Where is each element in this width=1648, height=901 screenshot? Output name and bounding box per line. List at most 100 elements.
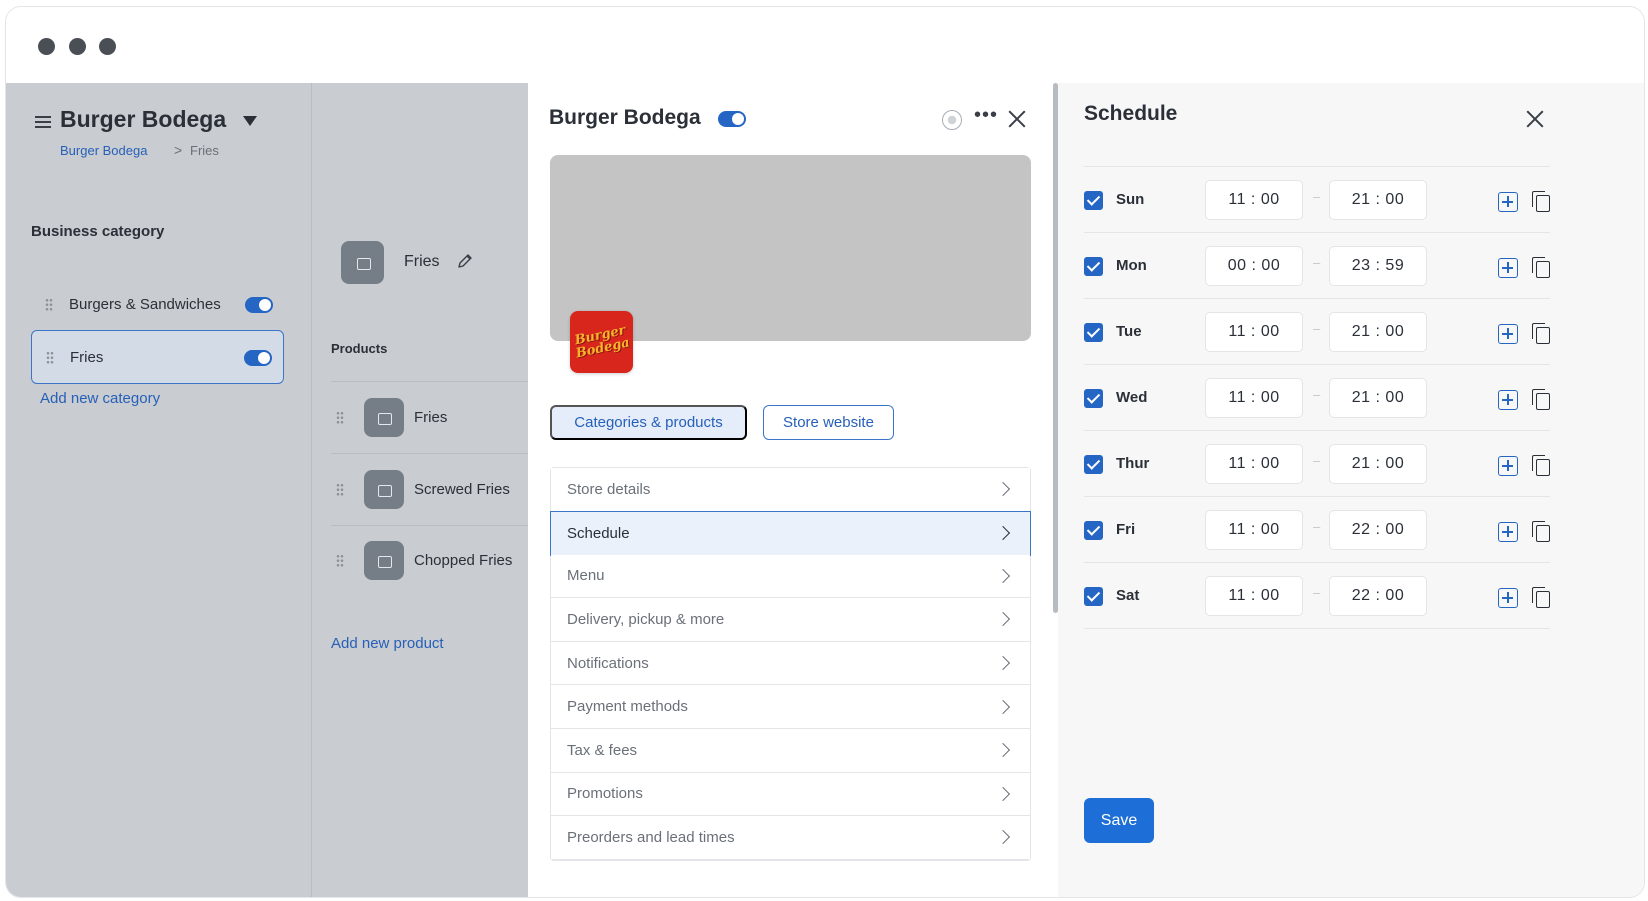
chevron-right-icon bbox=[995, 482, 1011, 497]
day-checkbox[interactable] bbox=[1084, 521, 1103, 540]
close-time-field[interactable]: 22 : 00 bbox=[1329, 576, 1427, 616]
schedule-panel: Schedule Sun 11 : 00 – 21 : 00 Mon 00 : … bbox=[1058, 83, 1644, 897]
day-checkbox[interactable] bbox=[1084, 455, 1103, 474]
drag-handle-icon[interactable] bbox=[45, 298, 53, 311]
add-time-icon[interactable] bbox=[1498, 192, 1518, 212]
day-checkbox[interactable] bbox=[1084, 587, 1103, 606]
day-checkbox[interactable] bbox=[1084, 389, 1103, 408]
copy-icon[interactable] bbox=[1532, 191, 1550, 212]
close-time-field[interactable]: 21 : 00 bbox=[1329, 378, 1427, 418]
chevron-right-icon bbox=[995, 568, 1011, 583]
menu-item-promotions[interactable]: Promotions bbox=[551, 772, 1030, 817]
pencil-icon[interactable] bbox=[457, 253, 473, 269]
breadcrumb-current: Fries bbox=[190, 143, 219, 158]
close-time-field[interactable]: 22 : 00 bbox=[1329, 510, 1427, 550]
close-time-field[interactable]: 23 : 59 bbox=[1329, 246, 1427, 286]
product-name: Fries bbox=[414, 409, 448, 426]
day-checkbox[interactable] bbox=[1084, 191, 1103, 210]
add-time-icon[interactable] bbox=[1498, 390, 1518, 410]
chevron-right-icon bbox=[995, 786, 1011, 801]
soccer-ball-icon[interactable] bbox=[942, 110, 962, 130]
tab-store-website[interactable]: Store website bbox=[763, 405, 894, 440]
save-button[interactable]: Save bbox=[1084, 798, 1154, 843]
menu-item-preorders[interactable]: Preorders and lead times bbox=[551, 816, 1030, 860]
chevron-right-icon bbox=[995, 526, 1011, 541]
chevron-right-icon bbox=[995, 656, 1011, 671]
menu-item-schedule[interactable]: Schedule bbox=[550, 510, 1031, 556]
time-separator: – bbox=[1313, 519, 1321, 534]
menu-item-label: Preorders and lead times bbox=[567, 828, 735, 846]
add-category-link[interactable]: Add new category bbox=[40, 390, 160, 407]
window-titlebar bbox=[6, 7, 1644, 83]
menu-item-delivery[interactable]: Delivery, pickup & more bbox=[551, 598, 1030, 642]
schedule-row-fri: Fri 11 : 00 – 22 : 00 bbox=[1084, 497, 1550, 563]
drag-handle-icon[interactable] bbox=[336, 483, 344, 496]
day-checkbox[interactable] bbox=[1084, 323, 1103, 342]
menu-item-label: Notifications bbox=[567, 654, 649, 672]
close-icon[interactable] bbox=[1007, 109, 1027, 129]
menu-item-store-details[interactable]: Store details bbox=[551, 468, 1030, 512]
open-time-field[interactable]: 11 : 00 bbox=[1205, 444, 1303, 484]
category-item-active[interactable]: Fries bbox=[31, 330, 284, 384]
open-time-field[interactable]: 11 : 00 bbox=[1205, 378, 1303, 418]
store-panel-title: Burger Bodega bbox=[549, 106, 701, 129]
category-toggle[interactable] bbox=[244, 350, 272, 366]
window-minimize-dot[interactable] bbox=[69, 38, 86, 55]
menu-item-menu[interactable]: Menu bbox=[551, 554, 1030, 599]
add-time-icon[interactable] bbox=[1498, 522, 1518, 542]
close-time-field[interactable]: 21 : 00 bbox=[1329, 312, 1427, 352]
hamburger-icon[interactable] bbox=[35, 116, 51, 128]
product-image-icon bbox=[364, 470, 404, 509]
open-time-field[interactable]: 11 : 00 bbox=[1205, 510, 1303, 550]
category-toggle[interactable] bbox=[245, 297, 273, 313]
time-separator: – bbox=[1313, 189, 1321, 204]
menu-item-tax-fees[interactable]: Tax & fees bbox=[551, 728, 1030, 773]
business-category-heading: Business category bbox=[31, 223, 165, 240]
add-time-icon[interactable] bbox=[1498, 588, 1518, 608]
open-time-field[interactable]: 11 : 00 bbox=[1205, 576, 1303, 616]
drag-handle-icon[interactable] bbox=[336, 554, 344, 567]
open-time-field[interactable]: 00 : 00 bbox=[1205, 246, 1303, 286]
category-item[interactable]: Burgers & Sandwiches bbox=[31, 278, 284, 332]
close-time-field[interactable]: 21 : 00 bbox=[1329, 444, 1427, 484]
copy-icon[interactable] bbox=[1532, 389, 1550, 410]
copy-icon[interactable] bbox=[1532, 455, 1550, 476]
copy-icon[interactable] bbox=[1532, 323, 1550, 344]
menu-item-notifications[interactable]: Notifications bbox=[551, 641, 1030, 686]
add-time-icon[interactable] bbox=[1498, 324, 1518, 344]
menu-item-label: Store details bbox=[567, 480, 651, 498]
store-logo[interactable]: Burger Bodega bbox=[570, 311, 633, 373]
drag-handle-icon[interactable] bbox=[336, 411, 344, 424]
day-label: Tue bbox=[1116, 323, 1142, 340]
schedule-row-thur: Thur 11 : 00 – 21 : 00 bbox=[1084, 431, 1550, 497]
drag-handle-icon[interactable] bbox=[46, 351, 54, 364]
menu-item-label: Tax & fees bbox=[567, 741, 638, 759]
category-image-icon[interactable] bbox=[341, 241, 384, 284]
add-product-link[interactable]: Add new product bbox=[331, 635, 444, 652]
close-time-field[interactable]: 21 : 00 bbox=[1329, 180, 1427, 220]
copy-icon[interactable] bbox=[1532, 257, 1550, 278]
selected-category-title: Fries bbox=[404, 253, 440, 270]
copy-icon[interactable] bbox=[1532, 587, 1550, 608]
tab-categories-products[interactable]: Categories & products bbox=[550, 405, 747, 440]
day-label: Wed bbox=[1116, 389, 1148, 406]
open-time-field[interactable]: 11 : 00 bbox=[1205, 180, 1303, 220]
close-icon[interactable] bbox=[1525, 109, 1545, 129]
store-enabled-toggle[interactable] bbox=[718, 111, 746, 127]
time-separator: – bbox=[1313, 321, 1321, 336]
menu-item-payment-methods[interactable]: Payment methods bbox=[551, 685, 1030, 729]
day-checkbox[interactable] bbox=[1084, 257, 1103, 276]
settings-menu: Store details Schedule Menu Delivery, pi… bbox=[550, 467, 1031, 861]
chevron-right-icon bbox=[995, 743, 1011, 758]
menu-item-label: Delivery, pickup & more bbox=[567, 610, 725, 628]
more-options-icon[interactable]: ••• bbox=[974, 104, 998, 127]
caret-down-icon[interactable] bbox=[243, 116, 257, 126]
breadcrumb-link[interactable]: Burger Bodega bbox=[60, 143, 147, 158]
copy-icon[interactable] bbox=[1532, 521, 1550, 542]
open-time-field[interactable]: 11 : 00 bbox=[1205, 312, 1303, 352]
add-time-icon[interactable] bbox=[1498, 456, 1518, 476]
window-close-dot[interactable] bbox=[38, 38, 55, 55]
window-maximize-dot[interactable] bbox=[99, 38, 116, 55]
schedule-row-tue: Tue 11 : 00 – 21 : 00 bbox=[1084, 299, 1550, 365]
add-time-icon[interactable] bbox=[1498, 258, 1518, 278]
